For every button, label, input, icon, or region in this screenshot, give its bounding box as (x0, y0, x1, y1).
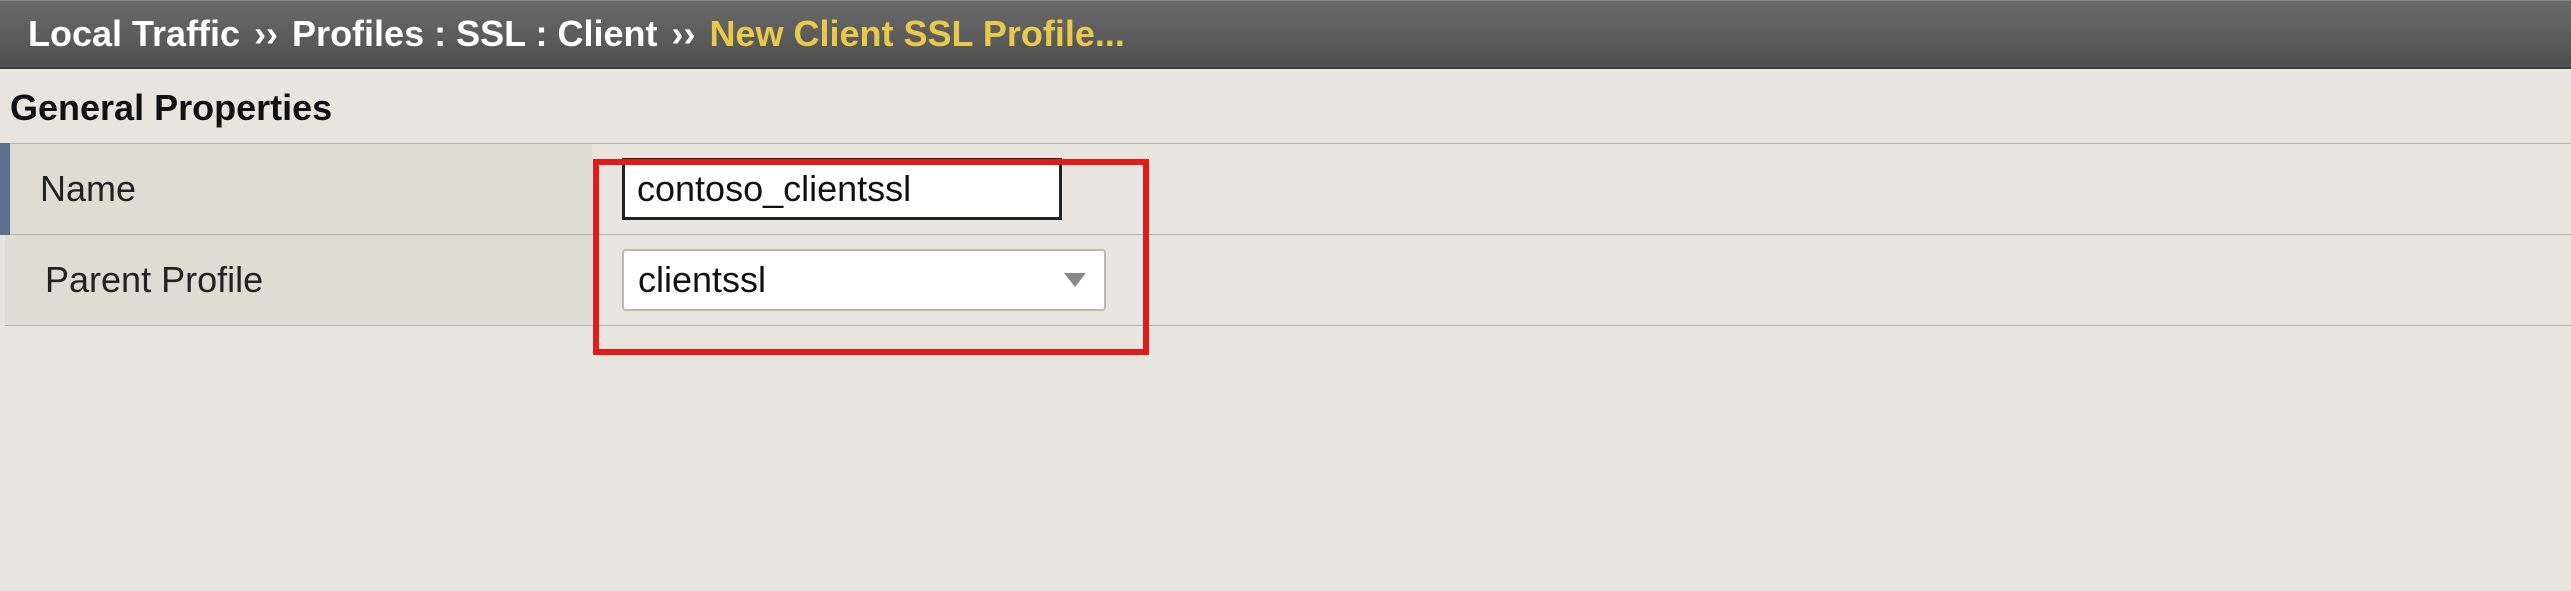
breadcrumb-path[interactable]: Profiles : SSL : Client (292, 13, 657, 55)
breadcrumb: Local Traffic ›› Profiles : SSL : Client… (0, 0, 2571, 69)
breadcrumb-current: New Client SSL Profile... (709, 13, 1124, 55)
label-name: Name (5, 144, 592, 235)
breadcrumb-root[interactable]: Local Traffic (28, 13, 240, 55)
properties-table: Name Parent Profile clientssl (0, 143, 2571, 326)
chevron-down-icon (1064, 273, 1086, 287)
cell-name-value (592, 144, 2571, 235)
cell-parent-profile-value: clientssl (592, 235, 2571, 326)
parent-profile-select[interactable]: clientssl (622, 249, 1106, 311)
section-title: General Properties (0, 69, 2571, 143)
row-name: Name (5, 144, 2571, 235)
breadcrumb-separator: ›› (671, 13, 695, 55)
row-parent-profile: Parent Profile clientssl (5, 235, 2571, 326)
parent-profile-selected-value: clientssl (638, 259, 766, 301)
page-root: Local Traffic ›› Profiles : SSL : Client… (0, 0, 2571, 326)
label-parent-profile: Parent Profile (5, 235, 592, 326)
breadcrumb-separator: ›› (254, 13, 278, 55)
name-input[interactable] (622, 158, 1062, 220)
